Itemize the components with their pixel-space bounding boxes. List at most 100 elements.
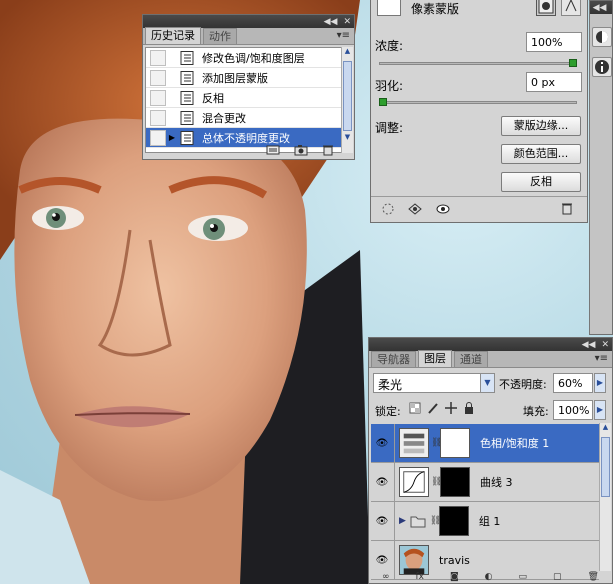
history-list: 修改色调/饱和度图层 添加图层蒙版 反相 混合更改 ▶ 总体不透明度更改 — [145, 47, 343, 153]
lock-position-move-icon[interactable] — [445, 402, 457, 414]
mask-thumbnail[interactable] — [377, 0, 401, 16]
link-layers-icon[interactable]: ∞ — [382, 572, 390, 582]
tab-layers[interactable]: 图层 — [418, 350, 452, 367]
masks-panel: 像素蒙版 浓度: 100% 羽化: 0 px 调整: 蒙版边缘... 颜色范围.… — [370, 0, 588, 223]
chevron-down-icon: ▼ — [480, 374, 494, 392]
adjustment-layer-icon[interactable]: ◐ — [485, 572, 493, 582]
link-chain-icon[interactable]: ⛓ — [431, 477, 442, 487]
expand-group-icon[interactable]: ▶ — [399, 516, 406, 526]
load-selection-icon[interactable] — [381, 202, 395, 216]
fill-input[interactable]: 100% — [553, 400, 593, 420]
panel-menu-icon[interactable]: ▾≡ — [595, 353, 608, 364]
lock-image-brush-icon[interactable] — [427, 402, 439, 414]
panel-menu-icon[interactable]: ▾≡ — [337, 30, 350, 41]
scroll-thumb[interactable] — [601, 437, 610, 497]
history-brush-source-checkbox[interactable] — [150, 109, 166, 126]
feather-label: 羽化: — [375, 79, 404, 93]
trash-icon[interactable]: 🗑 — [588, 572, 599, 582]
feather-slider[interactable] — [379, 101, 577, 104]
history-item-label: 添加图层蒙版 — [202, 71, 268, 85]
collapse-icon[interactable]: ◀◀ — [582, 340, 596, 350]
apply-mask-icon[interactable] — [407, 202, 423, 216]
history-item[interactable]: 修改色调/饱和度图层 — [146, 48, 342, 68]
opacity-slider-arrow[interactable]: ▶ — [594, 373, 606, 393]
vector-mask-icon — [565, 0, 577, 12]
opacity-label: 不透明度: — [499, 378, 547, 391]
color-range-button[interactable]: 颜色范围... — [501, 144, 581, 164]
tab-channels[interactable]: 通道 — [454, 351, 488, 367]
adjustments-icon — [596, 31, 608, 43]
layer-mask-thumbnail[interactable] — [440, 428, 470, 458]
layers-tabs: 导航器 图层 通道 ▾≡ — [369, 350, 612, 368]
visibility-eye-icon[interactable]: 👁 — [374, 477, 390, 488]
link-chain-icon[interactable]: ⛓ — [431, 438, 442, 448]
dock-info-button[interactable] — [592, 57, 612, 77]
new-document-from-state-icon[interactable] — [266, 144, 280, 156]
visibility-eye-icon[interactable]: 👁 — [374, 438, 390, 449]
collapse-icon[interactable]: ◀◀ — [324, 17, 338, 27]
panel-dock-strip: ◀◀ — [589, 0, 613, 335]
history-item-label: 混合更改 — [202, 111, 246, 125]
layer-name: 色相/饱和度 1 — [480, 437, 550, 450]
expand-dock-icon[interactable]: ◀◀ — [593, 3, 607, 13]
scroll-thumb[interactable] — [343, 61, 352, 131]
tab-history[interactable]: 历史记录 — [145, 27, 201, 44]
lock-transparent-icon[interactable] — [409, 402, 421, 414]
layer-row[interactable]: 👁 ▶ ⛓ 组 1 — [371, 501, 599, 541]
fill-slider-arrow[interactable]: ▶ — [594, 400, 606, 420]
history-brush-source-checkbox[interactable] — [150, 69, 166, 86]
history-item[interactable]: 反相 — [146, 88, 342, 108]
visibility-eye-icon[interactable]: 👁 — [374, 516, 390, 527]
visibility-eye-icon[interactable]: 👁 — [374, 555, 390, 566]
history-tabs: 历史记录 动作 ▾≡ — [143, 27, 354, 45]
delete-mask-icon[interactable] — [561, 202, 573, 215]
close-icon[interactable]: ✕ — [601, 340, 609, 350]
snapshot-camera-icon[interactable] — [294, 144, 308, 156]
tab-navigator[interactable]: 导航器 — [371, 351, 416, 367]
new-layer-icon[interactable]: ▢ — [553, 572, 562, 582]
layer-mask-thumbnail[interactable] — [440, 467, 470, 497]
layers-panel: ◀◀ ✕ 导航器 图层 通道 ▾≡ 柔光 ▼ 不透明度: 60% ▶ 锁定: 填… — [368, 337, 613, 584]
layer-mask-thumbnail[interactable] — [438, 506, 469, 536]
tab-actions[interactable]: 动作 — [203, 28, 237, 44]
history-item[interactable]: 混合更改 — [146, 108, 342, 128]
trash-icon[interactable] — [322, 144, 334, 156]
opacity-input[interactable]: 60% — [553, 373, 593, 393]
mask-edge-button[interactable]: 蒙版边缘... — [501, 116, 581, 136]
new-group-icon[interactable]: ▭ — [519, 572, 528, 582]
density-input[interactable]: 100% — [526, 32, 582, 52]
layers-scrollbar[interactable]: ▲ — [599, 423, 611, 571]
density-slider-thumb[interactable] — [569, 59, 577, 67]
history-item[interactable]: 添加图层蒙版 — [146, 68, 342, 88]
feather-input[interactable]: 0 px — [526, 72, 582, 92]
history-state-icon — [180, 70, 194, 85]
lock-all-padlock-icon[interactable] — [463, 402, 475, 414]
history-brush-source-checkbox[interactable] — [150, 49, 166, 66]
history-item-label: 反相 — [202, 91, 224, 105]
link-chain-icon[interactable]: ⛓ — [430, 516, 441, 526]
invert-button[interactable]: 反相 — [501, 172, 581, 192]
dock-adjustments-button[interactable] — [592, 27, 612, 47]
feather-slider-thumb[interactable] — [379, 98, 387, 106]
fill-label: 填充: — [523, 405, 549, 418]
layers-panel-titlebar[interactable]: ◀◀ ✕ — [369, 338, 612, 351]
scroll-up-icon[interactable]: ▲ — [342, 47, 353, 59]
layer-row-selected[interactable]: 👁 ⛓ 色相/饱和度 1 — [371, 423, 599, 463]
density-slider[interactable] — [379, 62, 577, 65]
info-icon — [595, 60, 609, 74]
visibility-eye-icon[interactable] — [435, 202, 451, 216]
blend-mode-select[interactable]: 柔光 ▼ — [373, 373, 495, 393]
adjust-label: 调整: — [375, 121, 404, 135]
pixel-mask-button[interactable] — [536, 0, 556, 16]
blend-mode-value: 柔光 — [378, 378, 403, 392]
scroll-up-icon[interactable]: ▲ — [600, 423, 611, 435]
history-scrollbar[interactable]: ▲ ▼ — [341, 47, 353, 153]
layers-footer: ∞ fx ◙ ◐ ▭ ▢ 🗑 — [369, 571, 612, 583]
add-mask-icon[interactable]: ◙ — [450, 572, 459, 582]
history-brush-source-checkbox[interactable] — [150, 89, 166, 106]
layer-row[interactable]: 👁 ⛓ 曲线 3 — [371, 462, 599, 502]
close-icon[interactable]: ✕ — [343, 17, 351, 27]
lock-label: 锁定: — [375, 405, 401, 418]
vector-mask-button[interactable] — [561, 0, 581, 16]
layer-style-fx-icon[interactable]: fx — [415, 572, 424, 582]
